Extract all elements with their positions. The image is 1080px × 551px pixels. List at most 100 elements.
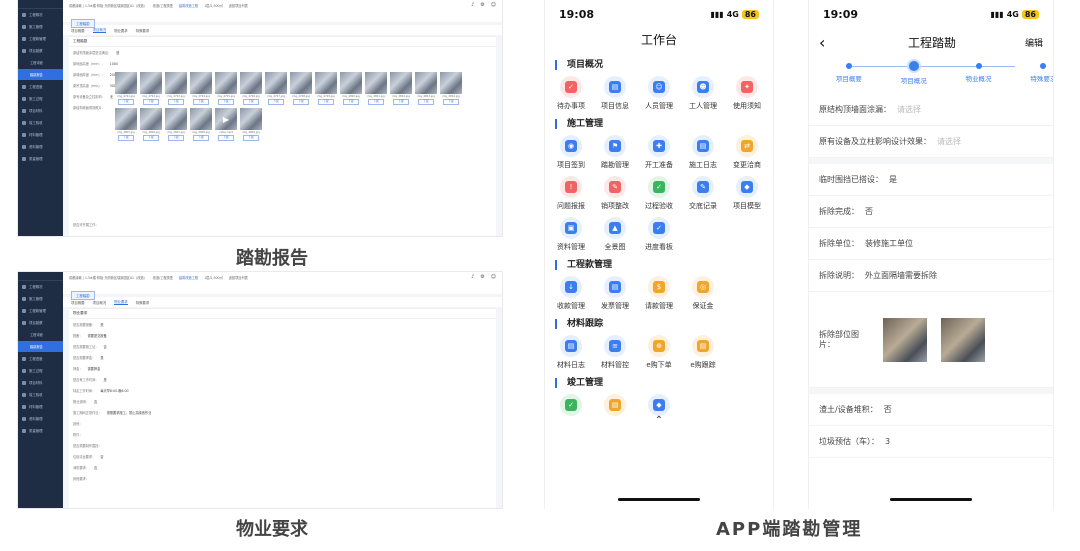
tab-item[interactable]: 项目概要 (71, 28, 85, 33)
step-item[interactable]: 特殊要求 (1018, 60, 1053, 83)
photo-thumb[interactable]: img_4798.jpg 下载 (290, 72, 312, 105)
step-item[interactable]: 项目概况 (889, 60, 939, 85)
tab-item[interactable]: 项目概况 (93, 300, 107, 305)
download-tag[interactable]: 下载 (193, 99, 209, 105)
photo-thumb[interactable]: img_4801.jpg 下载 (365, 72, 387, 105)
photo-image[interactable] (190, 108, 212, 130)
app-icon[interactable]: ⊕ (648, 335, 670, 357)
download-tag[interactable]: 下载 (243, 99, 259, 105)
project-type-value[interactable]: 建筑改造工程 (179, 275, 198, 280)
app-shortcut[interactable]: ▤ 项目信息 (593, 76, 637, 111)
photo-image[interactable]: ▶ (215, 108, 237, 130)
photo-image[interactable] (215, 72, 237, 94)
app-shortcut[interactable]: $ 请款管理 (637, 276, 681, 311)
photo-image[interactable] (365, 72, 387, 94)
gear-icon[interactable]: ⚙ (480, 274, 484, 280)
app-icon[interactable]: ✓ (560, 76, 582, 98)
field-value[interactable]: 请选择 (937, 136, 961, 147)
app-shortcut[interactable]: ⊕ e购下单 (637, 335, 681, 370)
download-tag[interactable]: 下载 (243, 135, 259, 141)
sidebar-subitem[interactable]: 工程详细 (18, 57, 63, 68)
download-tag[interactable]: 下载 (168, 99, 184, 105)
step-item[interactable]: 物业概况 (954, 60, 1004, 83)
app-shortcut[interactable]: ✓ 待办事项 (549, 76, 593, 111)
photo-image[interactable] (165, 108, 187, 130)
photo-thumb[interactable]: img_4807.jpg 下载 (165, 108, 187, 141)
photo-thumb[interactable]: img_4794.jpg 下载 (190, 72, 212, 105)
field-value[interactable]: 3 (885, 437, 890, 446)
sidebar-item[interactable]: 质量管理 (18, 425, 63, 436)
sidebar-subitem[interactable]: 踏勘报告 (18, 69, 63, 80)
app-icon[interactable]: ▤ (692, 135, 714, 157)
app-shortcut[interactable]: ▤ 发票管理 (593, 276, 637, 311)
demolition-photo[interactable] (883, 317, 927, 362)
demolition-photo[interactable] (941, 317, 985, 362)
photo-thumb[interactable]: img_4808.jpg 下载 (190, 108, 212, 141)
tab-item[interactable]: 物业要求 (114, 28, 128, 33)
download-tag[interactable]: 下载 (393, 99, 409, 105)
sidebar-item[interactable]: 项目材料 (18, 377, 63, 388)
photo-thumb[interactable]: img_4802.jpg 下载 (390, 72, 412, 105)
field-value[interactable]: 请选择 (897, 104, 921, 115)
sidebar-item[interactable]: 项目勘察 (18, 45, 63, 56)
app-icon[interactable]: ! (560, 176, 582, 198)
download-tag[interactable]: 下载 (343, 99, 359, 105)
field-value[interactable]: 是 (889, 174, 897, 185)
app-shortcut[interactable]: ⚑ 踏勘管理 (593, 135, 637, 170)
app-icon[interactable]: ▤ (604, 276, 626, 298)
download-tag[interactable]: 下载 (193, 135, 209, 141)
app-icon[interactable]: ▤ (604, 394, 626, 416)
photo-image[interactable] (390, 72, 412, 94)
sidebar-item[interactable]: 施工管理 (18, 21, 63, 32)
photo-image[interactable] (415, 72, 437, 94)
app-icon[interactable]: ⇄ (736, 135, 758, 157)
app-icon[interactable]: ≡ (604, 335, 626, 357)
sidebar-subitem[interactable]: 踏勘报告 (18, 341, 63, 352)
photo-thumb[interactable]: img_4795.jpg 下载 (215, 72, 237, 105)
app-icon[interactable]: ✓ (648, 217, 670, 239)
sidebar-subitem[interactable]: 工程详细 (18, 329, 63, 340)
photo-image[interactable] (165, 72, 187, 94)
photo-image[interactable] (290, 72, 312, 94)
app-icon[interactable]: ☺ (648, 76, 670, 98)
app-shortcut[interactable]: ✎ 销项整改 (593, 176, 637, 211)
sidebar-item[interactable]: 竣工验收 (18, 389, 63, 400)
app-icon[interactable]: ✎ (604, 176, 626, 198)
app-shortcut[interactable]: ! 问题报报 (549, 176, 593, 211)
sidebar-item[interactable]: 施工管理 (18, 293, 63, 304)
sidebar-item[interactable]: 工程款管理 (18, 305, 63, 316)
bell-icon[interactable]: ♪ (471, 274, 474, 280)
play-icon[interactable]: ▶ (223, 115, 229, 124)
app-shortcut[interactable]: ◆ 项目模型 (725, 176, 769, 211)
app-icon[interactable]: $ (648, 276, 670, 298)
sidebar-item[interactable]: 资料管理 (18, 413, 63, 424)
download-tag[interactable]: 下载 (118, 99, 134, 105)
photo-image[interactable] (115, 72, 137, 94)
sidebar-item[interactable]: 项目材料 (18, 105, 63, 116)
photo-image[interactable] (240, 108, 262, 130)
app-shortcut[interactable]: ▣ 资料管理 (549, 217, 593, 252)
app-icon[interactable]: ▣ (560, 217, 582, 239)
photo-image[interactable] (115, 108, 137, 130)
form-field[interactable]: 原有设备及立柱影响设计效果： 请选择 (809, 126, 1053, 158)
photo-thumb[interactable]: img_4806.jpg 下载 (140, 108, 162, 141)
download-tag[interactable]: 下载 (168, 135, 184, 141)
app-shortcut[interactable]: ▤ 材料日志 (549, 335, 593, 370)
download-tag[interactable]: 下载 (218, 135, 234, 141)
form-field[interactable]: 拆除说明： 外立面隔墙需要拆除 (809, 260, 1053, 292)
app-icon[interactable]: ▤ (692, 335, 714, 357)
bell-icon[interactable]: ♪ (471, 2, 474, 8)
app-icon[interactable]: ▤ (604, 76, 626, 98)
app-shortcut[interactable]: ▤ (593, 394, 637, 419)
project-type-value[interactable]: 建筑改造工程 (179, 3, 198, 8)
photo-thumb[interactable]: img_4805.jpg 下载 (115, 108, 137, 141)
sidebar-item[interactable]: 工程进度 (18, 353, 63, 364)
user-icon[interactable]: ☺ (491, 274, 496, 280)
sidebar-item[interactable]: 质量管理 (18, 153, 63, 164)
photo-image[interactable] (340, 72, 362, 94)
app-icon[interactable]: ◆ (648, 394, 670, 416)
sidebar-item[interactable]: 工程款管理 (18, 33, 63, 44)
app-shortcut[interactable]: ✓ 进度看板 (637, 217, 681, 252)
photo-thumb[interactable]: img_4796.jpg 下载 (240, 72, 262, 105)
app-shortcut[interactable]: ▤ e购跟踪 (681, 335, 725, 370)
